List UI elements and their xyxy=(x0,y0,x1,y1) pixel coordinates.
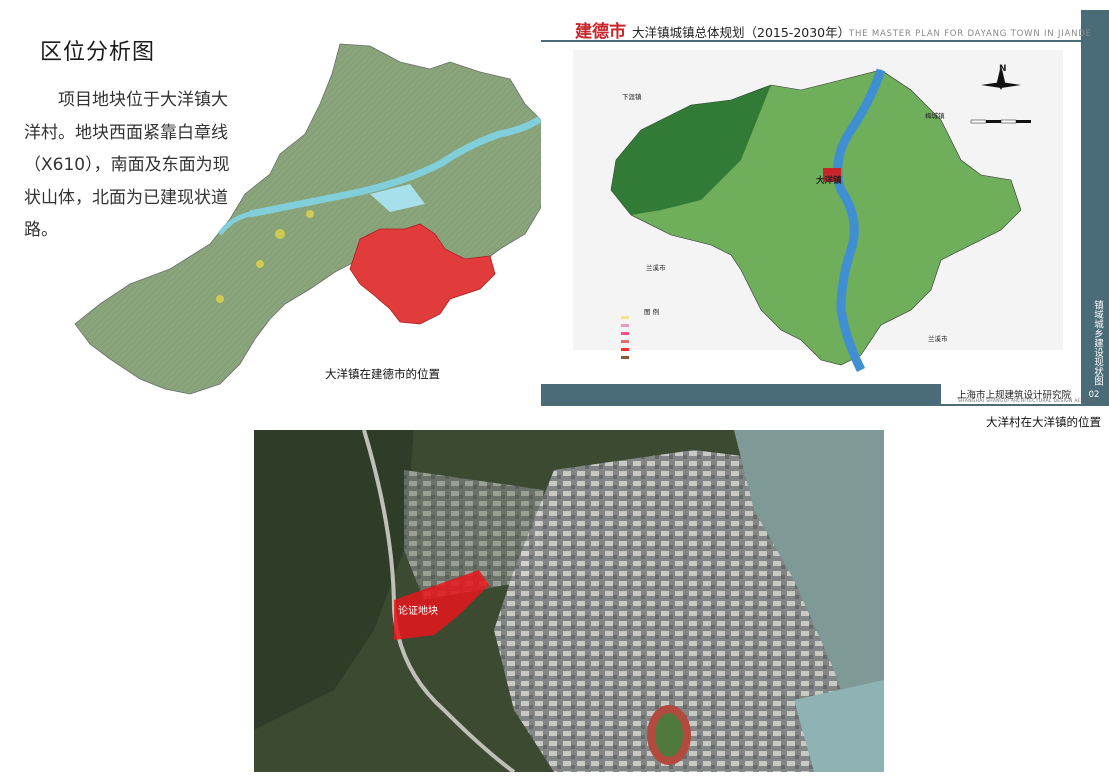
left-map-caption: 大洋镇在建德市的位置 xyxy=(325,367,440,381)
plan-name: 大洋镇城镇总体规划（2015-2030年） xyxy=(632,25,851,40)
right-map-caption: 大洋村在大洋镇的位置 xyxy=(986,415,1101,429)
plan-city: 建德市 xyxy=(575,22,626,42)
place-label-lanxi-east: 兰溪市 xyxy=(928,335,948,343)
parcel-label: 论证地块 xyxy=(398,606,438,617)
place-label-meicheng: 梅城镇 xyxy=(925,112,945,120)
scale-bar xyxy=(970,119,1031,124)
plan-name-en: THE MASTER PLAN FOR DAYANG TOWN IN JIAND… xyxy=(849,29,1092,39)
north-label: N xyxy=(999,64,1007,74)
place-label-xiaya: 下涯镇 xyxy=(622,93,642,101)
jiande-city-map xyxy=(74,43,566,395)
place-label-dayang: 大洋镇 xyxy=(816,176,842,186)
plan-vertical-title: 镇域城乡建设现状图 xyxy=(1092,300,1103,386)
plan-institute-en: SHANGHAI SHANGUI ARCHITECTURAL DESIGN AC… xyxy=(958,399,1099,404)
legend-title: 图 例 xyxy=(644,308,660,316)
dayang-master-plan xyxy=(541,10,1109,406)
satellite-image xyxy=(254,430,884,772)
place-label-lanxi-west: 兰溪市 xyxy=(646,264,666,272)
